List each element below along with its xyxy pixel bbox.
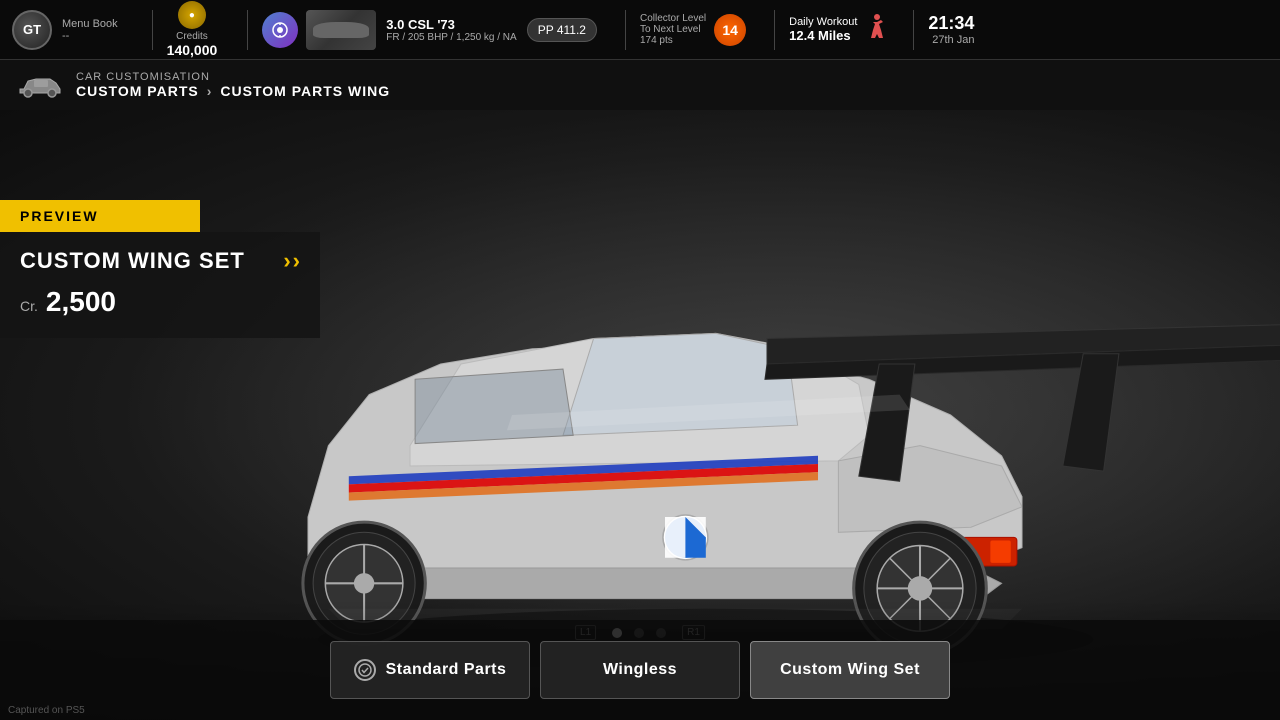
circle-check-svg [358,663,372,677]
car-thumb-image [306,10,376,50]
music-button[interactable] [262,12,298,48]
custom-wing-set-label: Custom Wing Set [780,661,920,679]
gt-logo: GT [12,10,52,50]
preview-price-row: Cr. 2,500 [20,286,300,318]
car-info: 3.0 CSL '73 FR / 205 BHP / 1,250 kg / NA [386,17,516,43]
breadcrumb-section-label: CAR CUSTOMISATION [76,71,390,83]
breadcrumb-current: CUSTOM PARTS WING [220,83,390,99]
menu-book-title: Menu Book [62,18,118,30]
check-circle-icon [354,659,376,681]
wingless-label: Wingless [603,661,677,679]
music-note-icon [271,21,289,39]
date-display: 27th Jan [932,34,974,46]
divider-4 [774,10,775,50]
menu-book-sub: -- [62,30,118,42]
main-content: PREVIEW CUSTOM WING SET › › Cr. 2,500 L1… [0,110,1280,720]
breadcrumb-section: CAR CUSTOMISATION CUSTOM PARTS › CUSTOM … [76,71,390,99]
divider-3 [625,10,626,50]
standard-parts-button[interactable]: Standard Parts [330,641,530,699]
chevron-right-1: › [283,248,290,274]
car-thumbnail [306,10,376,50]
preview-item-name: CUSTOM WING SET [20,248,283,274]
menu-book-section: Menu Book -- [62,18,118,42]
collector-pts: 174 pts [640,35,706,46]
divider-2 [247,10,248,50]
bottom-buttons-bar: Standard Parts Wingless Custom Wing Set [0,620,1280,720]
divider-5 [913,10,914,50]
workout-section: Daily Workout 12.4 Miles [789,16,857,43]
time-display: 21:34 [928,13,974,34]
breadcrumb-nav: CUSTOM PARTS › CUSTOM PARTS WING [76,83,390,99]
custom-wing-set-button[interactable]: Custom Wing Set [750,641,950,699]
runner-icon [865,12,889,48]
collector-level-badge: 14 [714,14,746,46]
car-name: 3.0 CSL '73 [386,17,516,32]
collector-sublabel: To Next Level [640,24,706,35]
workout-label: Daily Workout [789,16,857,28]
top-bar: GT Menu Book -- ● Credits 140,000 3.0 CS… [0,0,1280,60]
preview-item-box: CUSTOM WING SET › › Cr. 2,500 [0,232,320,338]
wingless-button[interactable]: Wingless [540,641,740,699]
breadcrumb-separator: › [207,83,213,99]
preview-arrows: › › [283,248,300,274]
credits-icon: ● [178,1,206,29]
divider-1 [152,10,153,50]
breadcrumb-parent: CUSTOM PARTS [76,83,199,99]
car-small-icon [16,71,64,99]
captured-label: Captured on PS5 [8,705,85,716]
chevron-right-2: › [293,248,300,274]
preview-label: PREVIEW [0,200,200,232]
workout-miles: 12.4 Miles [789,28,857,43]
breadcrumb-bar: CAR CUSTOMISATION CUSTOM PARTS › CUSTOM … [0,60,1280,110]
price-cr-label: Cr. [20,298,38,314]
time-section: 21:34 27th Jan [928,13,974,46]
collector-label: Collector Level [640,13,706,24]
preview-item-row: CUSTOM WING SET › › [20,248,300,274]
credits-label: Credits [176,31,208,42]
standard-parts-label: Standard Parts [386,661,507,679]
pp-badge: PP 411.2 [527,18,597,42]
car-specs: FR / 205 BHP / 1,250 kg / NA [386,32,516,43]
collector-section: Collector Level To Next Level 174 pts [640,13,706,46]
preview-panel: PREVIEW CUSTOM WING SET › › Cr. 2,500 [0,200,320,338]
credits-section: ● Credits 140,000 [167,1,218,58]
credits-amount: 140,000 [167,42,218,58]
price-amount: 2,500 [46,286,116,318]
